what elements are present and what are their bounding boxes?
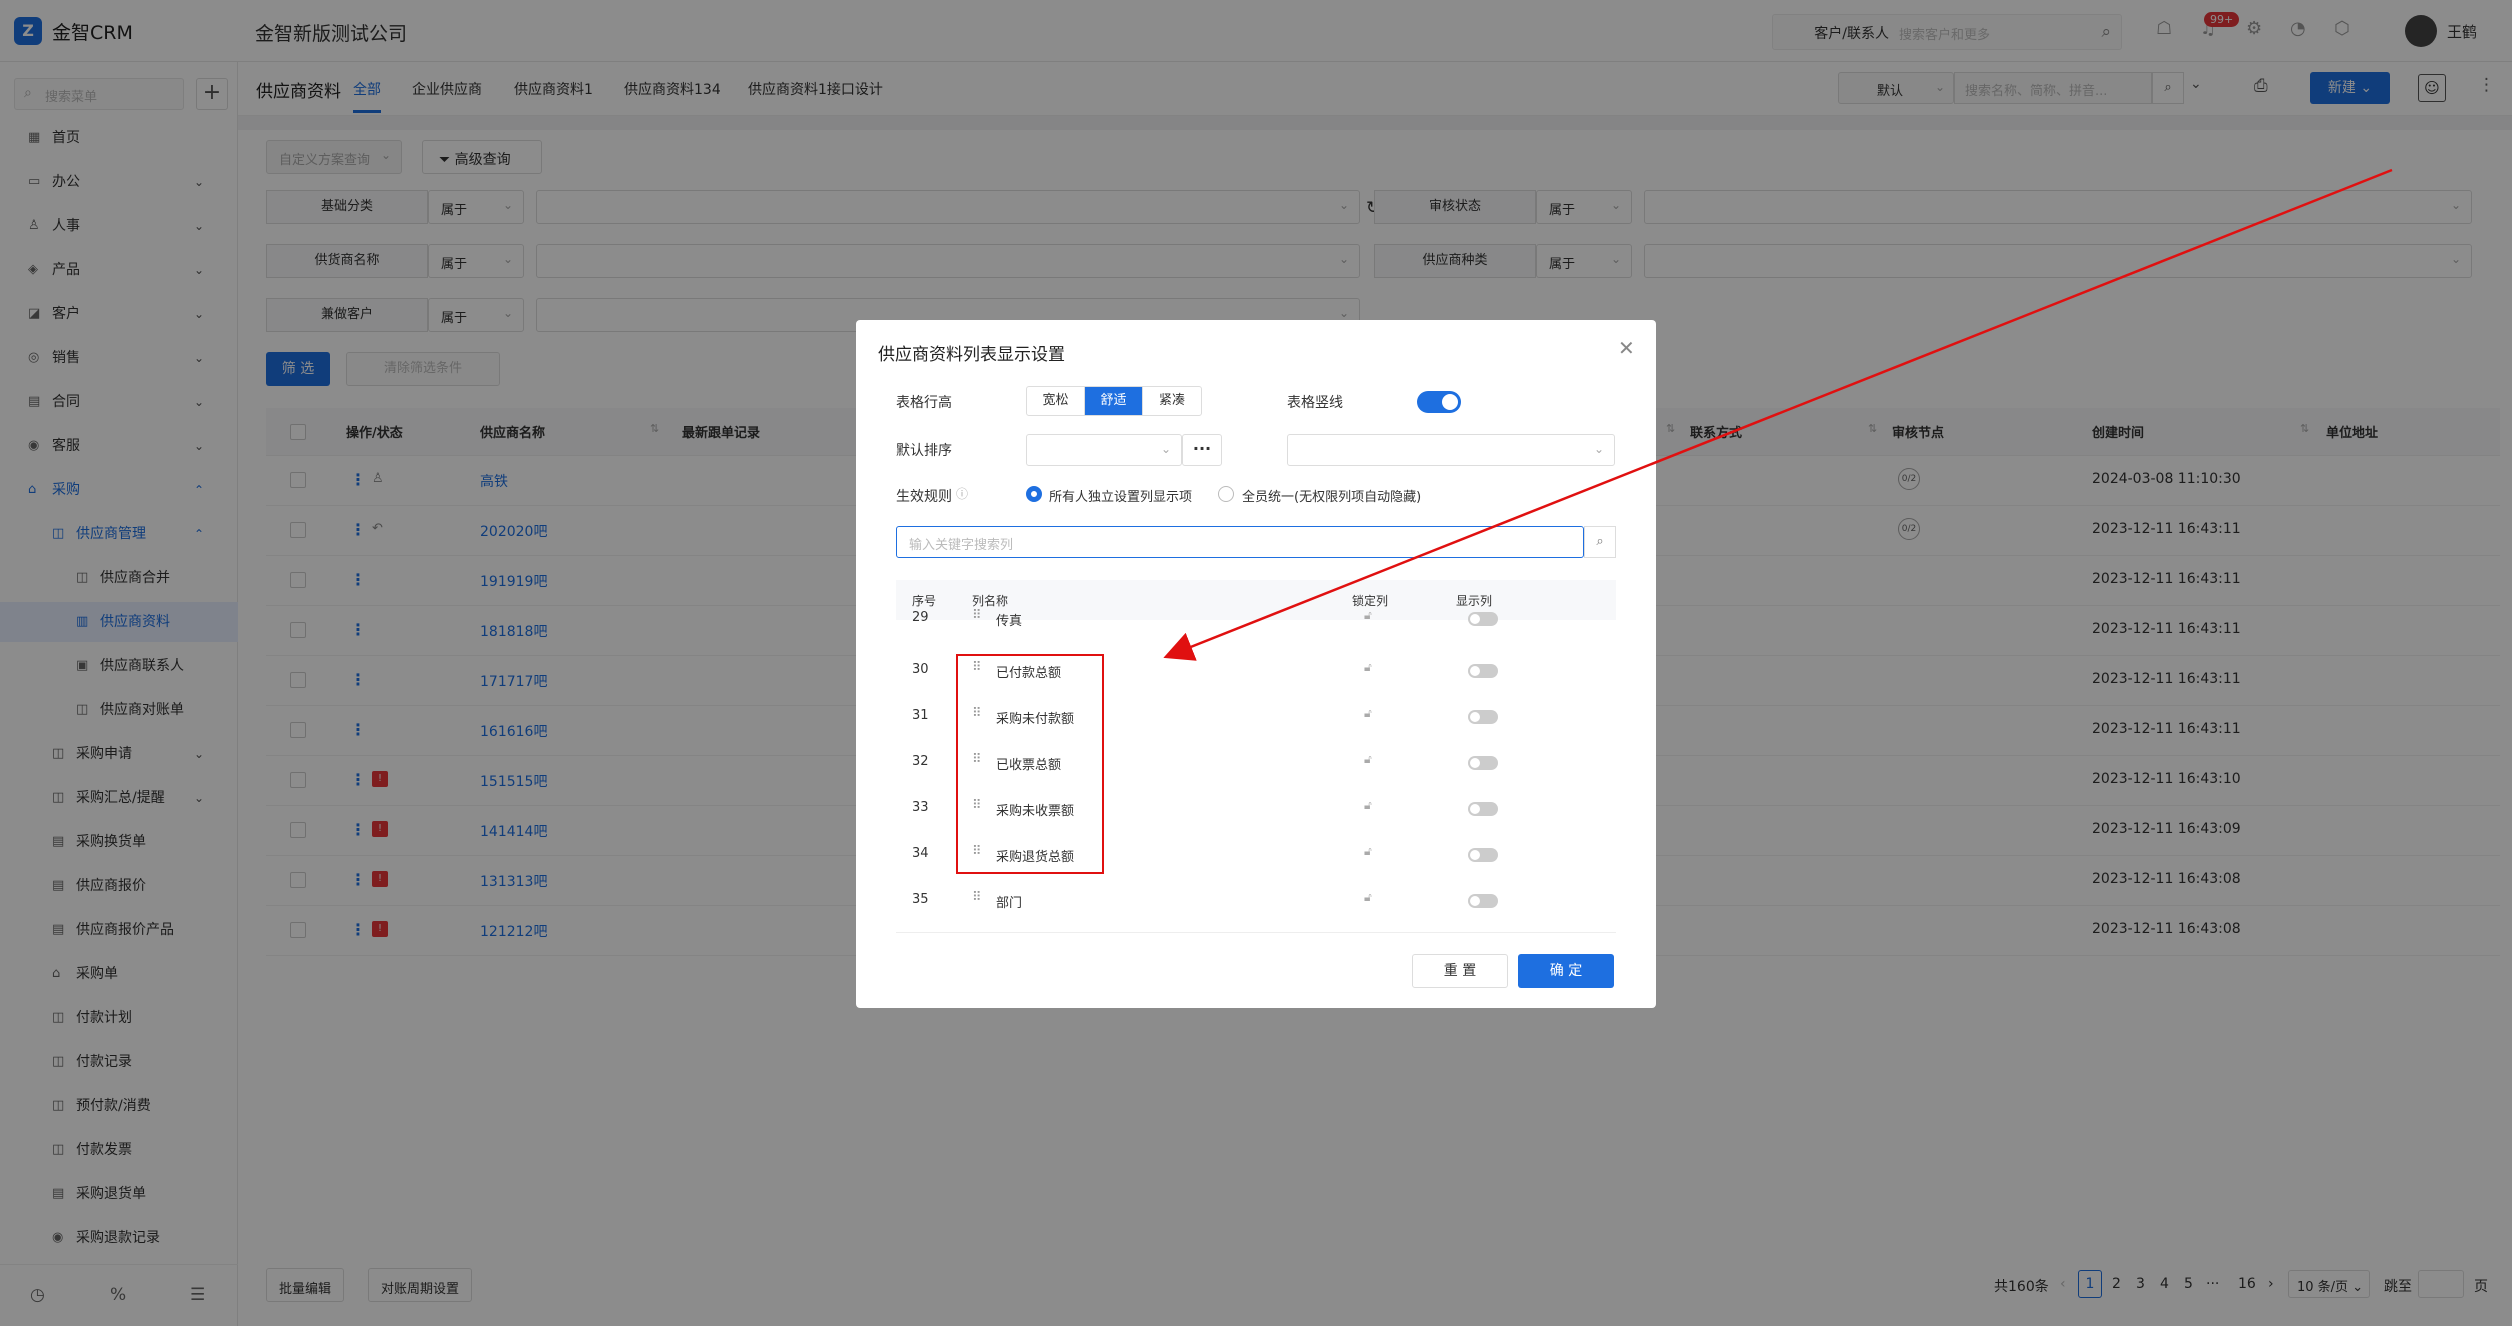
show-column-toggle[interactable] [1468,802,1498,816]
column-settings-dialog: 供应商资料列表显示设置 ✕ 表格行高 宽松 舒适 紧凑 表格竖线 默认排序 ⌄ … [856,320,1656,1008]
column-no: 33 [912,800,929,815]
chevron-down-icon: ⌄ [1593,442,1604,456]
row-height-comfortable[interactable]: 舒适 [1085,387,1143,415]
toggle-knob [1442,394,1458,410]
sort-field-select[interactable]: ⌄ [1026,434,1182,466]
toggle-knob [1470,614,1480,624]
row-height-compact[interactable]: 紧凑 [1143,387,1201,415]
dialog-divider [896,932,1616,933]
rule-individual-radio[interactable] [1026,486,1042,502]
lock-icon[interactable]: 🔓︎ [1364,890,1372,905]
col-name-header: 列名称 [972,594,1009,608]
drag-handle-icon[interactable]: ⠿ [972,890,981,905]
column-no: 32 [912,754,929,769]
toggle-knob [1470,896,1480,906]
sort-order-select[interactable]: ⌄ [1287,434,1615,466]
col-lock-header: 锁定列 [1352,594,1389,608]
column-no: 29 [912,610,929,625]
show-column-toggle[interactable] [1468,894,1498,908]
lock-icon[interactable]: 🔓︎ [1364,660,1372,675]
row-height-segment: 宽松 舒适 紧凑 [1026,386,1202,416]
annotation-highlight-box [956,654,1104,874]
show-column-toggle[interactable] [1468,664,1498,678]
column-row[interactable]: 35 ⠿ 部门 🔓︎ [896,878,1616,924]
row-height-loose[interactable]: 宽松 [1027,387,1085,415]
reset-button[interactable]: 重 置 [1412,954,1508,988]
vline-label: 表格竖线 [1287,395,1343,411]
toggle-knob [1470,758,1480,768]
column-no: 35 [912,892,929,907]
show-column-toggle[interactable] [1468,612,1498,626]
lock-icon[interactable]: 🔓︎ [1364,608,1372,623]
toggle-knob [1470,804,1480,814]
rule-unified-label[interactable]: 全员统一(无权限列项自动隐藏) [1242,486,1421,505]
help-icon[interactable]: ⓘ [956,485,968,502]
show-column-toggle[interactable] [1468,848,1498,862]
chevron-down-icon: ⌄ [1160,442,1171,456]
toggle-knob [1470,712,1480,722]
show-column-toggle[interactable] [1468,756,1498,770]
vline-toggle[interactable] [1417,391,1461,413]
row-height-label: 表格行高 [896,395,952,411]
rule-individual-label[interactable]: 所有人独立设置列显示项 [1049,486,1192,505]
column-name: 部门 [996,896,1023,911]
search-icon[interactable]: ⌕ [1584,526,1616,558]
drag-handle-icon[interactable]: ⠿ [972,608,981,623]
show-column-toggle[interactable] [1468,710,1498,724]
confirm-button[interactable]: 确 定 [1518,954,1614,988]
column-search-input[interactable]: 输入关键字搜索列 [896,526,1584,558]
lock-icon[interactable]: 🔓︎ [1364,752,1372,767]
column-no: 34 [912,846,929,861]
lock-icon[interactable]: 🔓︎ [1364,844,1372,859]
column-no: 31 [912,708,929,723]
toggle-knob [1470,666,1480,676]
column-no: 30 [912,662,929,677]
column-name: 传真 [996,614,1023,629]
column-row[interactable]: 29 ⠿ 传真 🔓︎ [896,608,1616,632]
close-icon[interactable]: ✕ [1618,336,1635,360]
col-show-header: 显示列 [1456,594,1493,608]
toggle-knob [1470,850,1480,860]
lock-icon[interactable]: 🔓︎ [1364,798,1372,813]
col-no-header: 序号 [912,594,937,608]
rule-unified-radio[interactable] [1218,486,1234,502]
lock-icon[interactable]: 🔓︎ [1364,706,1372,721]
rule-label: 生效规则 [896,489,952,505]
sort-label: 默认排序 [896,443,952,459]
sort-more-button[interactable]: ··· [1182,434,1222,466]
dialog-title: 供应商资料列表显示设置 [878,345,1065,365]
